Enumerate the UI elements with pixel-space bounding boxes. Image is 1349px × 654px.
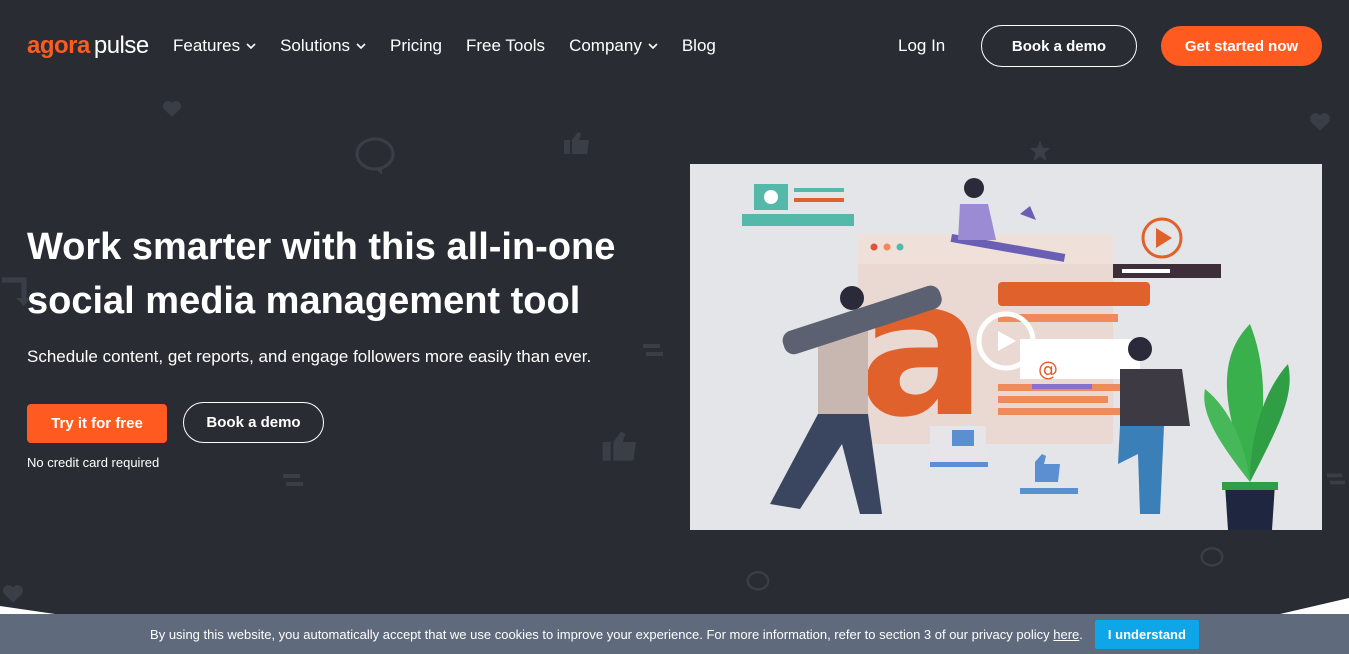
chevron-down-icon (246, 43, 256, 50)
nav-blog[interactable]: Blog (682, 36, 716, 56)
nav-solutions[interactable]: Solutions (280, 36, 366, 56)
login-link[interactable]: Log In (898, 36, 945, 56)
brand-letter: a (858, 238, 986, 459)
cookie-banner: By using this website, you automatically… (0, 614, 1349, 654)
cookie-message: By using this website, you automatically… (150, 626, 1083, 642)
hero-title: Work smarter with this all-in-one social… (27, 226, 616, 322)
video-illustration: a @ (742, 178, 1290, 530)
privacy-policy-link[interactable]: here (1053, 627, 1079, 642)
chevron-down-icon (648, 43, 658, 50)
nav-features[interactable]: Features (173, 36, 256, 56)
heart-icon (1309, 112, 1331, 132)
cookie-accept-button[interactable]: I understand (1094, 619, 1199, 649)
nav-pricing[interactable]: Pricing (390, 36, 442, 56)
no-credit-card-note: No credit card required (27, 455, 160, 470)
repost-icon (0, 272, 30, 312)
agorapulse-logo[interactable]: agora pulse (27, 32, 149, 60)
star-icon (1029, 140, 1051, 162)
hero-subtitle: Schedule content, get reports, and engag… (27, 347, 592, 366)
repost-icon (280, 470, 306, 490)
repost-icon (1324, 470, 1348, 488)
book-demo-button[interactable]: Book a demo (183, 402, 324, 443)
book-demo-header-button[interactable]: Book a demo (981, 25, 1137, 67)
thumbs-up-icon (562, 130, 592, 156)
site-header: agora pulse Features Solutions Pricing Fr… (0, 0, 1349, 92)
chevron-down-icon (356, 43, 366, 50)
repost-icon (640, 340, 666, 360)
nav-free-tools[interactable]: Free Tools (466, 36, 545, 56)
nav-company[interactable]: Company (569, 36, 658, 56)
get-started-button[interactable]: Get started now (1161, 26, 1322, 66)
hero-video[interactable]: a @ (690, 164, 1322, 530)
svg-text:@: @ (1038, 357, 1058, 381)
chat-bubble-icon (354, 136, 396, 176)
main-nav: Features Solutions Pricing Free Tools Co… (173, 36, 716, 56)
chat-bubble-icon (1200, 546, 1224, 570)
thumbs-up-icon (600, 426, 640, 466)
heart-icon (162, 100, 182, 118)
try-free-button[interactable]: Try it for free (27, 404, 167, 443)
chat-bubble-icon (746, 570, 770, 594)
